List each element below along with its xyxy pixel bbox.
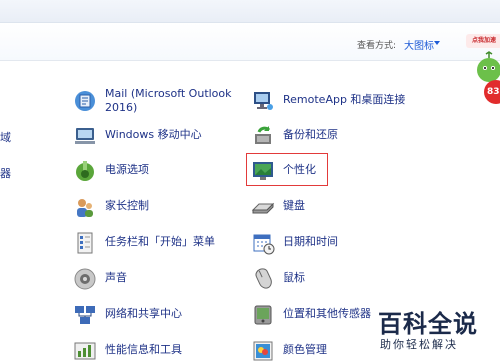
power-options-icon [73, 159, 97, 183]
control-panel-item-mobility-center[interactable]: Windows 移动中心 [73, 124, 243, 148]
control-panel-item-taskbar[interactable]: 任务栏和「开始」菜单 [73, 231, 243, 255]
control-panel-item-backup[interactable]: 备份和还原 [251, 124, 431, 148]
item-label: 家长控制 [105, 199, 149, 212]
sound-icon [73, 267, 97, 291]
left-column-item-partial[interactable]: 域 [0, 129, 11, 145]
item-label: Mail (Microsoft Outlook 2016) [105, 87, 232, 114]
divider [0, 60, 500, 61]
taskbar-icon [73, 231, 97, 255]
item-label: 备份和还原 [283, 128, 338, 141]
item-label: 颜色管理 [283, 343, 327, 356]
control-panel-item-mail[interactable]: Mail (Microsoft Outlook 2016) [73, 87, 243, 119]
speedup-badge[interactable]: 点我加速 [466, 34, 500, 48]
item-label: 性能信息和工具 [105, 343, 182, 356]
percent-badge[interactable]: 83 [484, 80, 500, 104]
chevron-down-icon[interactable] [434, 41, 440, 45]
network-icon [73, 303, 97, 327]
mobility-center-icon [73, 124, 97, 148]
backup-icon [251, 124, 275, 148]
mouse-icon [251, 267, 275, 291]
performance-icon [73, 339, 97, 363]
watermark-title: 百科全说 [378, 310, 478, 338]
color-management-icon [251, 339, 275, 363]
control-panel-item-keyboard[interactable]: 键盘 [251, 195, 431, 219]
keyboard-icon [251, 195, 275, 219]
mail-icon [73, 89, 97, 113]
item-label: 声音 [105, 271, 127, 284]
item-label: Windows 移动中心 [105, 128, 202, 141]
left-column-item-partial[interactable]: 器 [0, 165, 11, 181]
item-label: 个性化 [283, 163, 316, 176]
mascot-icon[interactable] [474, 50, 500, 84]
control-panel-item-performance[interactable]: 性能信息和工具 [73, 339, 243, 363]
location-sensors-icon [251, 303, 275, 327]
control-panel-item-network[interactable]: 网络和共享中心 [73, 303, 243, 327]
control-panel-item-personalization[interactable]: 个性化 [251, 159, 431, 183]
view-by-label: 查看方式: [357, 41, 397, 51]
control-panel-item-sound[interactable]: 声音 [73, 267, 243, 291]
remoteapp-icon [251, 89, 275, 113]
item-label: 任务栏和「开始」菜单 [105, 235, 215, 248]
item-label: 位置和其他传感器 [283, 307, 371, 320]
control-panel-item-datetime[interactable]: 日期和时间 [251, 231, 431, 255]
datetime-icon [251, 231, 275, 255]
watermark-subtitle: 助你轻松解决 [380, 338, 458, 351]
parental-controls-icon [73, 195, 97, 219]
item-label: 日期和时间 [283, 235, 338, 248]
control-panel-item-remoteapp[interactable]: RemoteApp 和桌面连接 [251, 89, 431, 113]
item-label: 鼠标 [283, 271, 305, 284]
control-panel-item-mouse[interactable]: 鼠标 [251, 267, 431, 291]
control-panel-item-parental-controls[interactable]: 家长控制 [73, 195, 243, 219]
item-label: 电源选项 [105, 163, 149, 176]
view-by-dropdown[interactable]: 大图标 [404, 37, 434, 52]
item-label: 网络和共享中心 [105, 307, 182, 320]
item-label: 键盘 [283, 199, 305, 212]
watermark: 百科全说 助你轻松解决 [378, 304, 500, 364]
window-title-bar [0, 0, 500, 23]
control-panel-item-power-options[interactable]: 电源选项 [73, 159, 243, 183]
personalization-icon [251, 159, 275, 183]
item-label: RemoteApp 和桌面连接 [283, 93, 406, 106]
